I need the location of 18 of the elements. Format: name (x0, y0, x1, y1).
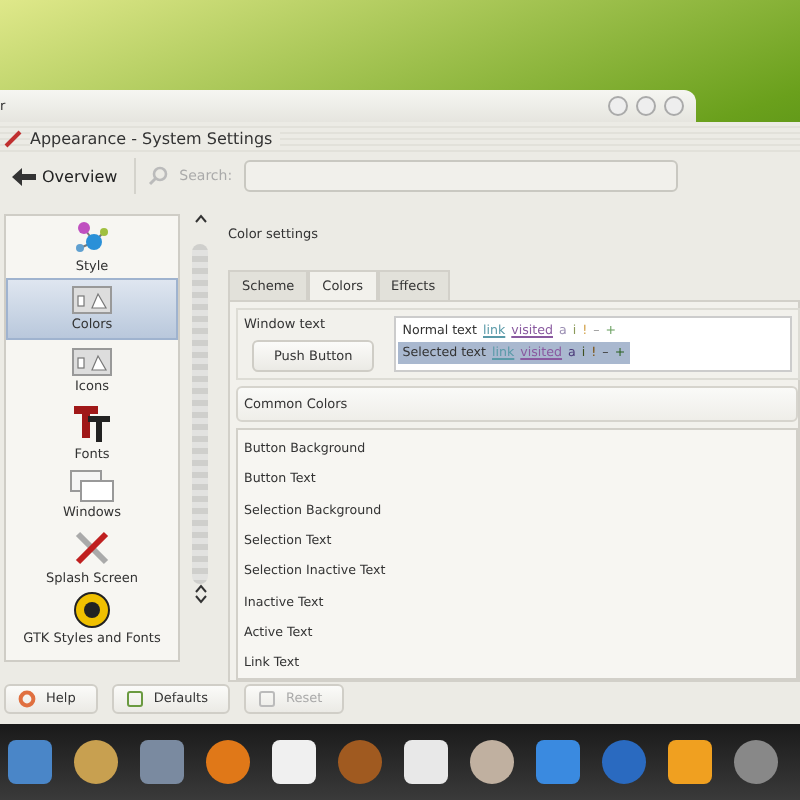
lifebuoy-icon (18, 689, 36, 707)
search-icon (147, 166, 168, 186)
app-icon[interactable] (268, 736, 320, 788)
app-icon[interactable] (664, 736, 716, 788)
image-frame-icon (72, 348, 112, 376)
scroll-up-icon[interactable] (193, 214, 207, 224)
overview-button[interactable]: Overview (8, 163, 122, 189)
image-frame-icon (72, 286, 112, 314)
scrollbar-thumb[interactable] (192, 244, 208, 584)
windows-icon (70, 470, 114, 502)
brush-icon (4, 129, 22, 147)
scroll-arrows-icon[interactable] (193, 584, 207, 604)
color-dots-icon (74, 220, 110, 256)
window-title: Appearance - System Settings (30, 129, 281, 147)
letter-t-icon (72, 404, 112, 444)
back-arrow-icon (12, 167, 36, 185)
app-icon[interactable] (400, 736, 452, 788)
search-field[interactable] (244, 160, 678, 192)
